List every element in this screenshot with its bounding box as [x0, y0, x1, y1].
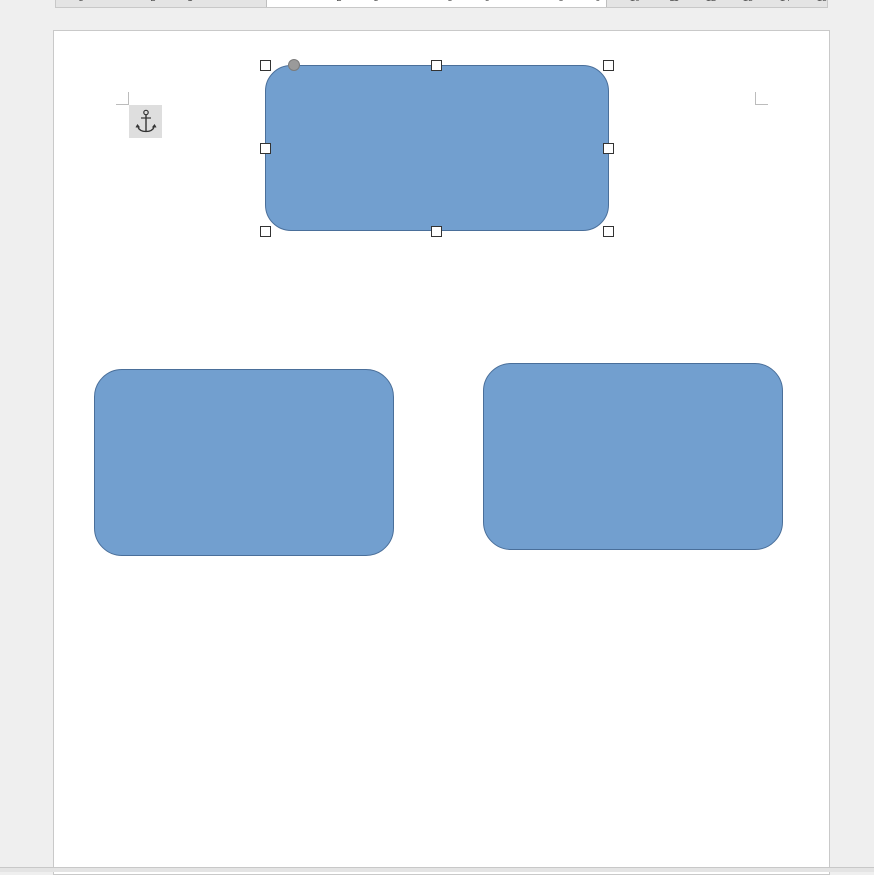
rotation-handle[interactable] [288, 59, 300, 71]
ruler-number: 2 [146, 0, 160, 3]
resize-handle-top-left[interactable] [260, 60, 271, 71]
ruler-number: 10 [628, 0, 642, 3]
ruler-number: 6 [480, 0, 494, 3]
rounded-rectangle-shape-right[interactable] [483, 363, 783, 550]
ruler-number: 15 [815, 0, 829, 3]
anchor-icon[interactable] [129, 105, 162, 138]
resize-handle-bottom-right[interactable] [603, 226, 614, 237]
resize-handle-left[interactable] [260, 143, 271, 154]
ruler-number: 11 [667, 0, 681, 3]
resize-handle-top[interactable] [431, 60, 442, 71]
ruler-number: 3 [74, 0, 88, 3]
resize-handle-right[interactable] [603, 143, 614, 154]
ruler-number: 8 [554, 0, 568, 3]
margin-corner-mark [116, 92, 129, 105]
ruler-number: 5 [443, 0, 457, 3]
resize-handle-bottom-left[interactable] [260, 226, 271, 237]
ruler-number: 1 [183, 0, 197, 3]
margin-corner-mark [755, 92, 768, 105]
resize-handle-top-right[interactable] [603, 60, 614, 71]
ruler-number: 13 [741, 0, 755, 3]
horizontal-ruler[interactable]: 3 2 1 2 3 5 6 8 9 10 11 12 13 14 15 [55, 0, 828, 8]
ruler-number: 2 [332, 0, 346, 3]
ruler-number: 3 [369, 0, 383, 3]
rounded-rectangle-shape-left[interactable] [94, 369, 394, 556]
ruler-number: 14 [778, 0, 792, 3]
resize-handle-bottom[interactable] [431, 226, 442, 237]
ruler-number: 12 [704, 0, 718, 3]
document-page[interactable] [53, 30, 830, 875]
ruler-number: 9 [591, 0, 605, 3]
selected-rounded-rectangle-shape[interactable] [265, 65, 609, 231]
bottom-scroll-edge [0, 867, 874, 872]
